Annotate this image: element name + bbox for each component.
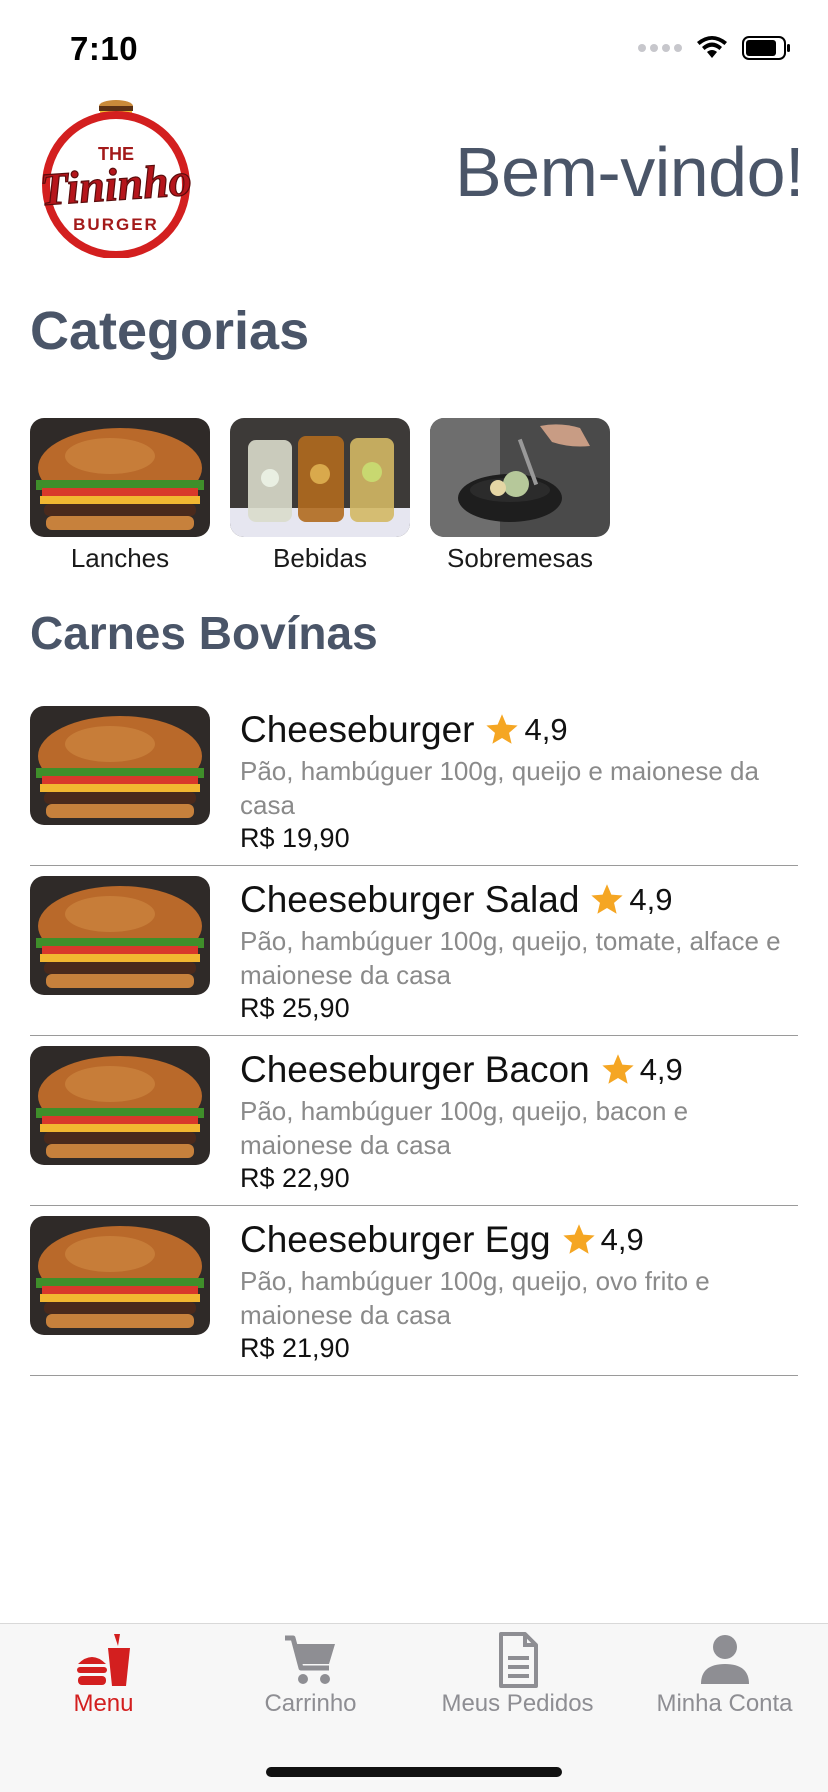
logo-text-name: Tininho <box>38 154 193 215</box>
product-rating: 4,9 <box>639 1052 683 1087</box>
product-description: Pão, hambúguer 100g, queijo, bacon e mai… <box>240 1096 689 1160</box>
tab-menu[interactable]: Menu <box>0 1632 207 1718</box>
wifi-icon <box>697 36 727 58</box>
product-description: Pão, hambúguer 100g, queijo e maionese d… <box>240 756 759 820</box>
product-price: R$ 22,90 <box>240 1163 350 1193</box>
home-indicator <box>266 1767 562 1777</box>
document-icon <box>498 1632 538 1688</box>
burger-image <box>30 418 210 537</box>
product-name: Cheeseburger Egg <box>240 1219 551 1260</box>
product-name: Cheeseburger Bacon <box>240 1049 590 1090</box>
brand-logo: THE Tininho BURGER <box>38 100 194 258</box>
drinks-image <box>230 418 410 537</box>
tab-label: Menu <box>73 1690 134 1717</box>
category-list: Lanches Bebidas Sobremesas <box>30 418 610 574</box>
star-icon <box>602 1054 634 1084</box>
logo-text-burger: BURGER <box>73 215 159 234</box>
product-rating: 4,9 <box>600 1222 644 1257</box>
product-image <box>30 1216 210 1335</box>
cellular-signal-icon <box>638 44 682 52</box>
fast-food-icon <box>76 1634 130 1686</box>
product-name: Cheeseburger <box>240 709 475 750</box>
star-icon <box>563 1224 595 1254</box>
category-sobremesas[interactable]: Sobremesas <box>430 418 610 574</box>
product-description: Pão, hambúguer 100g, queijo, ovo frito e… <box>240 1266 710 1330</box>
category-label: Lanches <box>70 543 170 573</box>
categories-title: Categorias <box>30 301 310 361</box>
product-price: R$ 19,90 <box>240 823 350 853</box>
product-name: Cheeseburger Salad <box>240 879 580 920</box>
status-time: 7:10 <box>70 30 139 67</box>
tab-label: Meus Pedidos <box>441 1690 594 1717</box>
product-price: R$ 25,90 <box>240 993 350 1023</box>
product-item-cheeseburger-bacon[interactable]: Cheeseburger Bacon 4,9 Pão, hambúguer 10… <box>30 1036 798 1206</box>
product-price: R$ 21,90 <box>240 1333 350 1363</box>
tab-label: Carrinho <box>264 1690 357 1717</box>
category-label: Sobremesas <box>447 543 593 573</box>
status-bar: 7:10 <box>0 0 828 96</box>
product-list: Cheeseburger 4,9 Pão, hambúguer 100g, qu… <box>30 696 798 1376</box>
category-bebidas[interactable]: Bebidas <box>230 418 410 574</box>
product-item-cheeseburger-egg[interactable]: Cheeseburger Egg 4,9 Pão, hambúguer 100g… <box>30 1206 798 1376</box>
tab-carrinho[interactable]: Carrinho <box>207 1632 414 1718</box>
cart-icon <box>284 1635 335 1684</box>
person-icon <box>700 1635 749 1684</box>
tab-label: Minha Conta <box>656 1690 793 1717</box>
product-description: Pão, hambúguer 100g, queijo, tomate, alf… <box>240 926 781 990</box>
tab-bar: Menu Carrinho Meus Pedidos Minha Conta <box>0 1623 828 1792</box>
product-rating: 4,9 <box>524 712 568 747</box>
tab-meus-pedidos[interactable]: Meus Pedidos <box>414 1632 621 1718</box>
dessert-image <box>430 418 610 537</box>
category-label: Bebidas <box>273 543 367 573</box>
product-image <box>30 706 210 825</box>
section-title: Carnes Bovínas <box>30 607 378 659</box>
product-item-cheeseburger-salad[interactable]: Cheeseburger Salad 4,9 Pão, hambúguer 10… <box>30 866 798 1036</box>
battery-icon <box>742 36 790 60</box>
welcome-heading: Bem-vindo! <box>454 133 805 211</box>
product-item-cheeseburger[interactable]: Cheeseburger 4,9 Pão, hambúguer 100g, qu… <box>30 696 798 866</box>
star-icon <box>591 884 624 914</box>
status-icons <box>638 36 792 60</box>
product-rating: 4,9 <box>629 882 673 917</box>
product-image <box>30 1046 210 1165</box>
star-icon <box>486 714 519 744</box>
tab-minha-conta[interactable]: Minha Conta <box>621 1632 828 1718</box>
product-image <box>30 876 210 995</box>
category-lanches[interactable]: Lanches <box>30 418 210 574</box>
